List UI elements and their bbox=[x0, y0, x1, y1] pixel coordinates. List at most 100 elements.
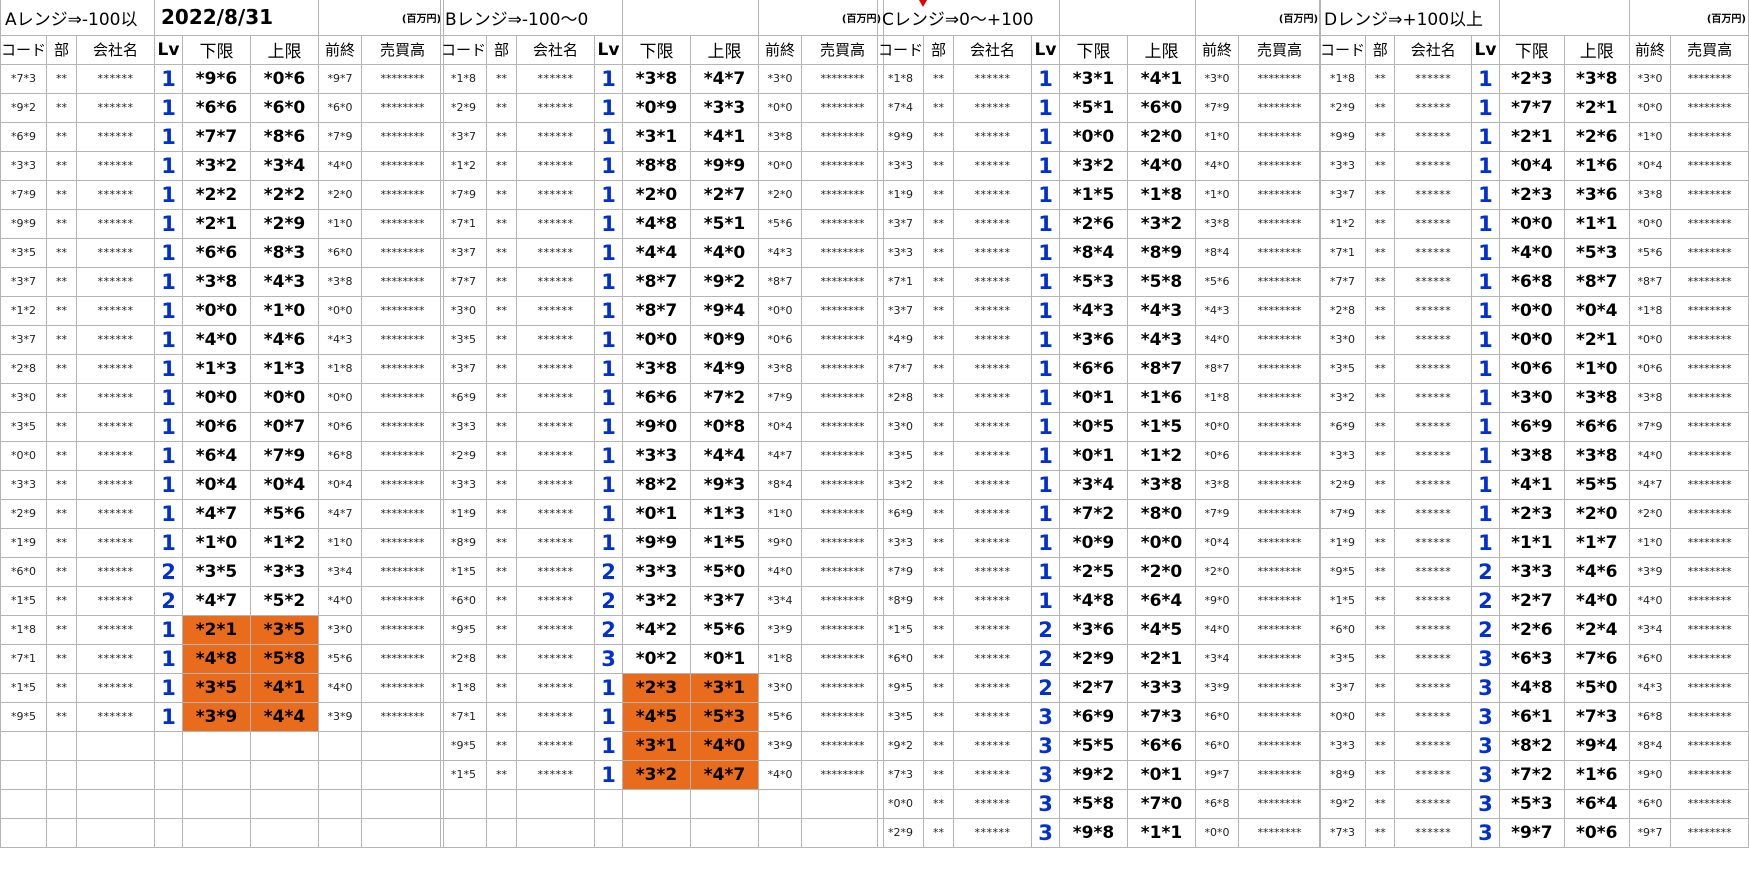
cell-sales[interactable]: ******** bbox=[801, 237, 885, 268]
cell-lo[interactable]: *3*2 bbox=[622, 759, 692, 790]
cell-code[interactable]: *1*9 bbox=[0, 527, 48, 558]
cell-bu[interactable]: ** bbox=[1365, 353, 1396, 384]
cell-bu[interactable]: ** bbox=[923, 382, 955, 413]
header-lo[interactable]: 下限 bbox=[622, 34, 692, 65]
cell-name[interactable]: ****** bbox=[516, 353, 596, 384]
cell-sales[interactable]: ******** bbox=[361, 672, 445, 703]
cell-lo[interactable]: *0*1 bbox=[622, 498, 692, 529]
cell-code[interactable]: *3*3 bbox=[1318, 440, 1367, 471]
cell-lv[interactable]: 1 bbox=[594, 527, 624, 558]
cell-lv[interactable] bbox=[594, 788, 624, 819]
cell-lo[interactable]: *3*6 bbox=[1059, 324, 1129, 355]
cell-lv[interactable]: 1 bbox=[594, 266, 624, 297]
cell-sales[interactable]: ******** bbox=[801, 672, 885, 703]
cell-sales[interactable]: ******** bbox=[1238, 672, 1322, 703]
cell-lv[interactable]: 1 bbox=[594, 469, 624, 500]
cell-code[interactable]: *7*1 bbox=[0, 643, 48, 674]
cell-hi[interactable]: *1*2 bbox=[250, 527, 320, 558]
cell-code[interactable]: *9*9 bbox=[1318, 121, 1367, 152]
cell-code[interactable]: *6*9 bbox=[876, 498, 925, 529]
cell-hi[interactable]: *7*9 bbox=[250, 440, 320, 471]
cell-bu[interactable]: ** bbox=[1365, 208, 1396, 239]
cell-lv[interactable]: 3 bbox=[1471, 730, 1500, 761]
cell-sales[interactable] bbox=[361, 817, 445, 848]
cell-name[interactable]: ****** bbox=[516, 411, 596, 442]
header-lv[interactable]: Lv bbox=[154, 34, 184, 65]
cell-bu[interactable] bbox=[46, 788, 78, 819]
cell-lv[interactable]: 1 bbox=[1031, 63, 1061, 94]
cell-lv[interactable] bbox=[154, 730, 184, 761]
cell-bu[interactable]: ** bbox=[923, 788, 955, 819]
cell-lo[interactable]: *4*1 bbox=[1498, 469, 1565, 500]
cell-prev[interactable]: *0*4 bbox=[318, 469, 363, 500]
cell-sales[interactable]: ******** bbox=[361, 614, 445, 645]
cell-code[interactable]: *3*0 bbox=[876, 411, 925, 442]
cell-sales[interactable]: ******** bbox=[801, 353, 885, 384]
cell-sales[interactable] bbox=[361, 788, 445, 819]
cell-code[interactable]: *1*9 bbox=[1318, 527, 1367, 558]
cell-name[interactable]: ****** bbox=[76, 527, 156, 558]
cell-lv[interactable]: 1 bbox=[1031, 382, 1061, 413]
cell-bu[interactable]: ** bbox=[1365, 382, 1396, 413]
cell-lo[interactable]: *1*3 bbox=[182, 353, 252, 384]
cell-lo[interactable]: *0*6 bbox=[1498, 353, 1565, 384]
cell-lv[interactable]: 1 bbox=[594, 295, 624, 326]
cell-name[interactable]: ****** bbox=[1394, 556, 1473, 587]
cell-lo[interactable]: *2*1 bbox=[1498, 121, 1565, 152]
cell-bu[interactable]: ** bbox=[1365, 817, 1396, 848]
header-sales[interactable]: 売買高 bbox=[1238, 34, 1322, 65]
cell-lo[interactable]: *9*0 bbox=[622, 411, 692, 442]
cell-name[interactable]: ****** bbox=[76, 701, 156, 732]
cell-bu[interactable]: ** bbox=[923, 295, 955, 326]
cell-prev[interactable]: *0*6 bbox=[1195, 440, 1240, 471]
cell-bu[interactable]: ** bbox=[923, 179, 955, 210]
cell-lv[interactable]: 1 bbox=[1031, 266, 1061, 297]
cell-name[interactable]: ****** bbox=[953, 469, 1033, 500]
cell-prev[interactable]: *4*0 bbox=[318, 672, 363, 703]
cell-lo[interactable]: *3*8 bbox=[1498, 440, 1565, 471]
cell-lo[interactable] bbox=[182, 788, 252, 819]
cell-code[interactable]: *2*8 bbox=[0, 353, 48, 384]
cell-code[interactable]: *4*9 bbox=[876, 324, 925, 355]
cell-name[interactable]: ****** bbox=[953, 237, 1033, 268]
cell-lv[interactable]: 1 bbox=[154, 672, 184, 703]
cell-name[interactable]: ****** bbox=[1394, 382, 1473, 413]
cell-lo[interactable]: *1*0 bbox=[182, 527, 252, 558]
cell-sales[interactable]: ******** bbox=[801, 63, 885, 94]
cell-hi[interactable]: *8*0 bbox=[1127, 498, 1197, 529]
cell-prev[interactable]: *0*6 bbox=[758, 324, 803, 355]
cell-sales[interactable]: ******** bbox=[1670, 411, 1749, 442]
cell-lo[interactable]: *0*0 bbox=[622, 324, 692, 355]
cell-code[interactable]: *3*3 bbox=[0, 150, 48, 181]
cell-code[interactable]: *9*2 bbox=[1318, 788, 1367, 819]
cell-code[interactable]: *3*7 bbox=[0, 266, 48, 297]
cell-prev[interactable]: *8*7 bbox=[1628, 266, 1672, 297]
cell-name[interactable]: ****** bbox=[953, 179, 1033, 210]
cell-name[interactable]: ****** bbox=[1394, 817, 1473, 848]
cell-hi[interactable] bbox=[690, 817, 760, 848]
cell-hi[interactable]: *1*6 bbox=[1127, 382, 1197, 413]
cell-prev[interactable]: *5*6 bbox=[1195, 266, 1240, 297]
cell-hi[interactable]: *3*3 bbox=[690, 92, 760, 123]
cell-code[interactable]: *3*0 bbox=[1318, 324, 1367, 355]
cell-lo[interactable]: *2*3 bbox=[622, 672, 692, 703]
cell-hi[interactable]: *8*6 bbox=[250, 121, 320, 152]
cell-name[interactable]: ****** bbox=[953, 382, 1033, 413]
header-lv[interactable]: Lv bbox=[1031, 34, 1061, 65]
cell-bu[interactable]: ** bbox=[923, 643, 955, 674]
cell-name[interactable]: ****** bbox=[516, 208, 596, 239]
cell-name[interactable]: ****** bbox=[516, 469, 596, 500]
cell-lv[interactable]: 1 bbox=[154, 208, 184, 239]
cell-bu[interactable]: ** bbox=[486, 585, 518, 616]
cell-bu[interactable]: ** bbox=[486, 295, 518, 326]
cell-hi[interactable]: *1*5 bbox=[1127, 411, 1197, 442]
cell-hi[interactable]: *5*5 bbox=[1563, 469, 1630, 500]
cell-prev[interactable] bbox=[318, 817, 363, 848]
cell-lo[interactable]: *4*8 bbox=[182, 643, 252, 674]
cell-prev[interactable]: *4*3 bbox=[318, 324, 363, 355]
cell-code[interactable]: *3*5 bbox=[439, 324, 488, 355]
cell-name[interactable]: ****** bbox=[76, 237, 156, 268]
cell-lo[interactable]: *2*3 bbox=[1498, 179, 1565, 210]
cell-sales[interactable]: ******** bbox=[1238, 585, 1322, 616]
cell-name[interactable]: ****** bbox=[516, 643, 596, 674]
